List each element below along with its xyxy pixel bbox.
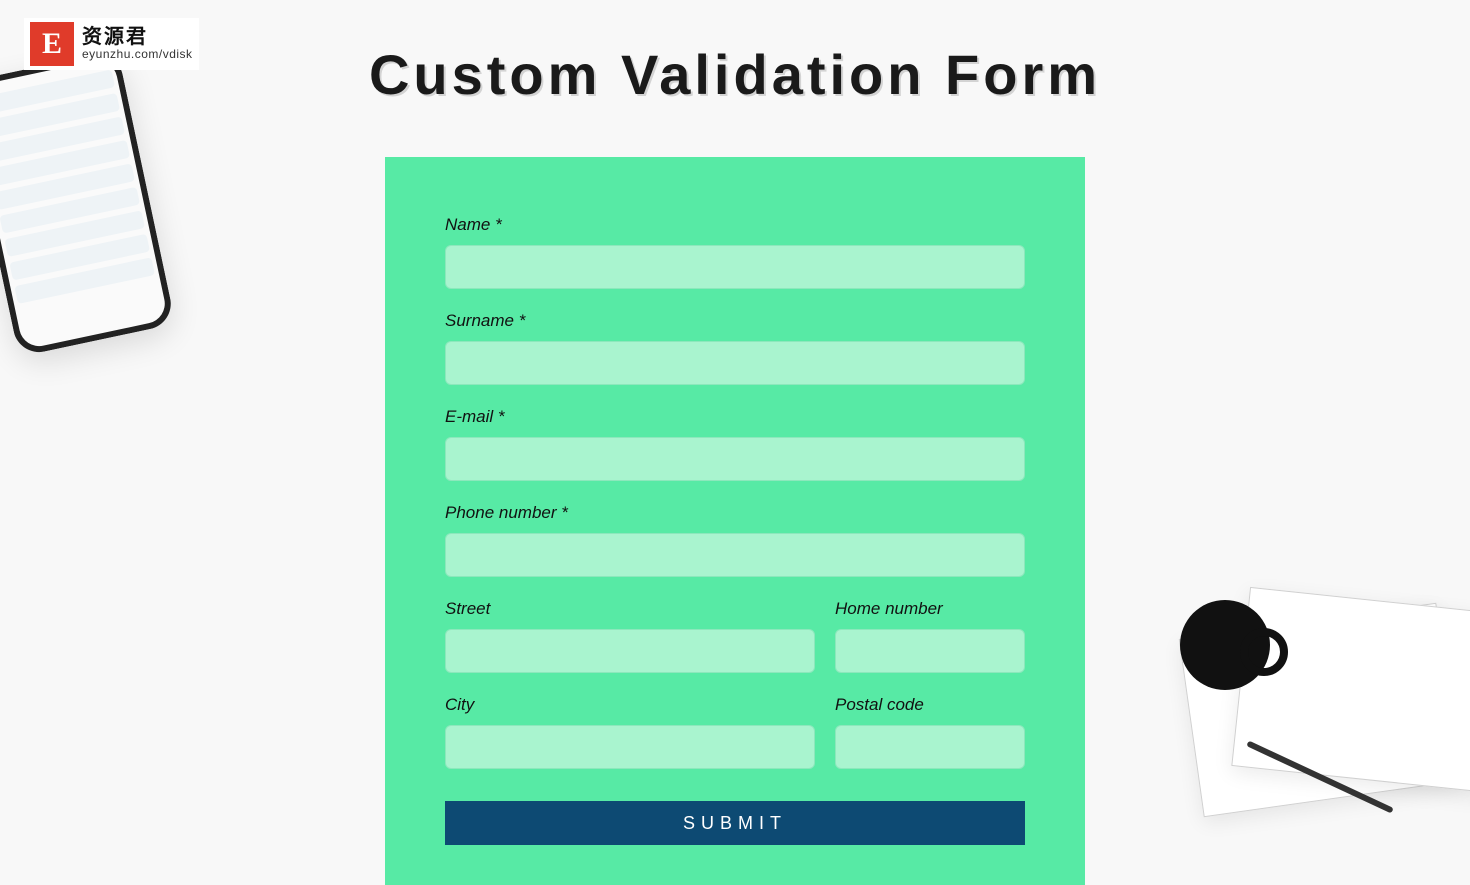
- decorative-papers-illustration: [1090, 560, 1470, 820]
- label-surname-text: Surname: [445, 311, 514, 330]
- label-surname: Surname *: [445, 311, 1025, 331]
- field-postal: Postal code: [835, 695, 1025, 769]
- watermark-text: 资源君 eyunzhu.com/vdisk: [82, 26, 193, 61]
- field-home-number: Home number: [835, 599, 1025, 673]
- field-street: Street: [445, 599, 815, 673]
- mug-icon: [1180, 600, 1270, 690]
- label-street: Street: [445, 599, 815, 619]
- page-title: Custom Validation Form: [0, 0, 1470, 107]
- watermark-url: eyunzhu.com/vdisk: [82, 48, 193, 61]
- label-email: E-mail *: [445, 407, 1025, 427]
- submit-button[interactable]: SUBMIT: [445, 801, 1025, 845]
- postal-input[interactable]: [835, 725, 1025, 769]
- label-home-number: Home number: [835, 599, 1025, 619]
- home-number-input[interactable]: [835, 629, 1025, 673]
- watermark-logo: E: [30, 22, 74, 66]
- label-name-text: Name: [445, 215, 490, 234]
- label-home-number-text: Home number: [835, 599, 943, 618]
- email-input[interactable]: [445, 437, 1025, 481]
- label-phone: Phone number *: [445, 503, 1025, 523]
- watermark-cn: 资源君: [82, 26, 193, 48]
- label-name: Name *: [445, 215, 1025, 235]
- label-street-text: Street: [445, 599, 490, 618]
- field-phone: Phone number *: [445, 503, 1025, 577]
- street-input[interactable]: [445, 629, 815, 673]
- required-marker: *: [519, 311, 526, 330]
- field-surname: Surname *: [445, 311, 1025, 385]
- label-city: City: [445, 695, 815, 715]
- label-city-text: City: [445, 695, 474, 714]
- field-name: Name *: [445, 215, 1025, 289]
- label-postal-text: Postal code: [835, 695, 924, 714]
- validation-form-card: Name * Surname * E-mail * Phone number *…: [385, 157, 1085, 885]
- label-email-text: E-mail: [445, 407, 493, 426]
- required-marker: *: [498, 407, 505, 426]
- surname-input[interactable]: [445, 341, 1025, 385]
- watermark-badge: E 资源君 eyunzhu.com/vdisk: [24, 18, 199, 70]
- label-phone-text: Phone number: [445, 503, 557, 522]
- field-email: E-mail *: [445, 407, 1025, 481]
- phone-input[interactable]: [445, 533, 1025, 577]
- field-city: City: [445, 695, 815, 769]
- city-input[interactable]: [445, 725, 815, 769]
- required-marker: *: [561, 503, 568, 522]
- required-marker: *: [495, 215, 502, 234]
- name-input[interactable]: [445, 245, 1025, 289]
- label-postal: Postal code: [835, 695, 1025, 715]
